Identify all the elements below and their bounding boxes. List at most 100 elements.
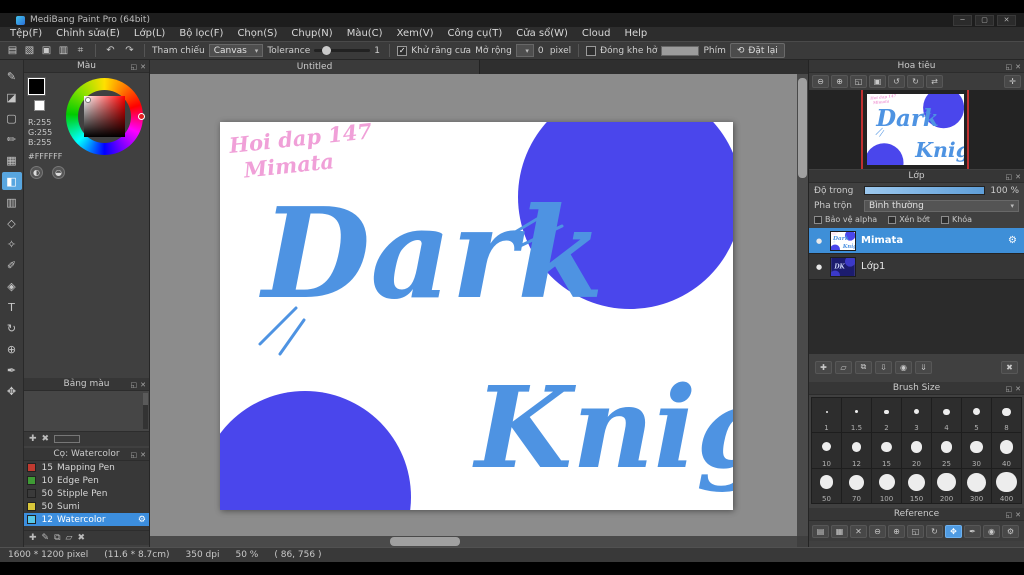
brush-size-4[interactable]: 4 <box>932 398 961 433</box>
palette-scrollbar[interactable] <box>143 393 148 429</box>
lock-checkbox[interactable] <box>940 215 949 224</box>
expand-mode-select[interactable]: ▾ <box>515 44 534 57</box>
brush-folder-icon[interactable]: ▱ <box>66 533 73 543</box>
brush-size-70[interactable]: 70 <box>842 468 871 503</box>
select-pen-tool[interactable]: ✐ <box>2 256 22 274</box>
brush-size-10[interactable]: 10 <box>812 433 841 468</box>
duplicate-layer-icon[interactable]: ⧉ <box>855 360 872 374</box>
brush-size-20[interactable]: 20 <box>902 433 931 468</box>
magic-wand-tool[interactable]: ✧ <box>2 235 22 253</box>
rotate-cw-icon[interactable]: ↻ <box>907 75 924 88</box>
document-tab[interactable]: Untitled <box>150 60 480 74</box>
close-panel-icon[interactable]: ✕ <box>140 451 146 459</box>
reset-view-icon[interactable]: ✛ <box>1004 75 1021 88</box>
float-panel-icon[interactable]: ◱ <box>131 63 138 71</box>
close-panel-icon[interactable]: ✕ <box>1015 63 1021 71</box>
add-layer-icon[interactable]: ✚ <box>815 360 832 374</box>
brush-item-1[interactable]: 10 Edge Pen <box>24 474 149 487</box>
foreground-color-swatch[interactable] <box>27 77 46 96</box>
brush-size-3[interactable]: 3 <box>902 398 931 433</box>
horizontal-scrollbar-thumb[interactable] <box>390 537 460 546</box>
blend-mode-select[interactable]: Bình thường ▾ <box>864 199 1019 212</box>
redo-icon[interactable]: ↷ <box>122 43 137 58</box>
close-panel-icon[interactable]: ✕ <box>140 381 146 389</box>
eyedropper-tool[interactable]: ✒ <box>2 361 22 379</box>
brush-item-3[interactable]: 50 Sumi <box>24 500 149 513</box>
float-panel-icon[interactable]: ◱ <box>1006 511 1013 519</box>
transfer-layer-icon[interactable]: ⇩ <box>875 360 892 374</box>
image-icon[interactable]: ▦ <box>831 524 848 538</box>
open-reference-icon[interactable]: ▤ <box>812 524 829 538</box>
close-panel-icon[interactable]: ✕ <box>1015 173 1021 181</box>
stamp-tool[interactable]: ◈ <box>2 277 22 295</box>
select-rect-tool[interactable]: ▢ <box>2 109 22 127</box>
save-icon[interactable]: ▣ <box>39 43 54 58</box>
hue-wheel[interactable] <box>66 78 145 155</box>
vertical-scrollbar[interactable] <box>797 74 808 536</box>
maximize-button[interactable]: ▢ <box>975 14 994 26</box>
close-reference-icon[interactable]: ✕ <box>850 524 867 538</box>
antialias-checkbox[interactable]: ✓ <box>397 45 408 56</box>
drawing-canvas[interactable]: DarkKnightHoi dap 147Mimata <box>199 85 797 536</box>
menu-item-5[interactable]: Chụp(N) <box>284 27 339 41</box>
rotate-icon[interactable]: ↻ <box>926 524 943 538</box>
delete-brush-icon[interactable]: ✖ <box>77 533 85 543</box>
float-panel-icon[interactable]: ◱ <box>131 451 138 459</box>
export-icon[interactable]: ▥ <box>56 43 71 58</box>
zoom-tool[interactable]: ⊕ <box>2 340 22 358</box>
sv-indicator[interactable] <box>85 97 91 103</box>
duplicate-brush-icon[interactable]: ⧉ <box>54 533 60 543</box>
merge-layer-icon[interactable]: ⇓ <box>915 360 932 374</box>
close-panel-icon[interactable]: ✕ <box>1015 511 1021 519</box>
lasso-tool[interactable]: ◇ <box>2 214 22 232</box>
menu-item-11[interactable]: Help <box>617 27 654 41</box>
delete-layer-icon[interactable]: ✖ <box>1001 360 1018 374</box>
menu-item-9[interactable]: Cửa sổ(W) <box>509 27 575 41</box>
float-panel-icon[interactable]: ◱ <box>1006 173 1013 181</box>
brush-size-2[interactable]: 2 <box>872 398 901 433</box>
layer-row-0[interactable]: ●DarkKnightHoi dap 147MimataMimata⚙ <box>809 228 1024 254</box>
menu-item-3[interactable]: Bộ lọc(F) <box>172 27 230 41</box>
brush-item-4[interactable]: 12 Watercolor ⚙ <box>24 513 149 526</box>
brush-item-2[interactable]: 50 Stipple Pen <box>24 487 149 500</box>
undo-icon[interactable]: ↶ <box>103 43 118 58</box>
hue-indicator[interactable] <box>138 113 145 120</box>
menu-item-2[interactable]: Lớp(L) <box>127 27 172 41</box>
float-panel-icon[interactable]: ◱ <box>1006 63 1013 71</box>
layer-row-1[interactable]: ● DK Lớp1 <box>809 254 1024 280</box>
layer-settings-icon[interactable]: ⚙ <box>1005 235 1020 246</box>
clipping-checkbox[interactable] <box>888 215 897 224</box>
flip-horizontal-icon[interactable]: ⇄ <box>926 75 943 88</box>
pattern-tool[interactable]: ▦ <box>2 151 22 169</box>
layer-visibility-dot[interactable]: ● <box>813 263 825 271</box>
background-color-swatch[interactable] <box>34 100 45 111</box>
switch-color-icon[interactable]: ◐ <box>30 166 43 179</box>
menu-item-7[interactable]: Xem(V) <box>390 27 441 41</box>
minimize-button[interactable]: ─ <box>953 14 972 26</box>
eyedropper-icon[interactable]: ✒ <box>964 524 981 538</box>
add-brush-icon[interactable]: ✚ <box>29 533 37 543</box>
brush-settings-icon[interactable]: ⚙ <box>138 515 146 525</box>
brush-size-400[interactable]: 400 <box>992 468 1021 503</box>
brush-size-150[interactable]: 150 <box>902 468 931 503</box>
menu-item-6[interactable]: Màu(C) <box>340 27 390 41</box>
gradient-tool[interactable]: ▥ <box>2 193 22 211</box>
layer-visibility-dot[interactable]: ● <box>813 237 825 245</box>
actual-size-icon[interactable]: ▣ <box>869 75 886 88</box>
menu-item-0[interactable]: Tệp(F) <box>3 27 49 41</box>
artwork[interactable]: DarkKnightHoi dap 147Mimata <box>199 85 797 536</box>
camera-layer-icon[interactable]: ◉ <box>895 360 912 374</box>
zoom-in-icon[interactable]: ⊕ <box>888 524 905 538</box>
edit-brush-icon[interactable]: ✎ <box>42 533 50 543</box>
gap-color-swatch[interactable] <box>661 45 700 56</box>
delete-swatch-icon[interactable]: ✖ <box>42 434 50 444</box>
settings-icon[interactable]: ⚙ <box>1002 524 1019 538</box>
brush-size-8[interactable]: 8 <box>992 398 1021 433</box>
add-folder-icon[interactable]: ▱ <box>835 360 852 374</box>
grid-icon[interactable]: ⌗ <box>73 43 88 58</box>
brush-size-50[interactable]: 50 <box>812 468 841 503</box>
brush-size-200[interactable]: 200 <box>932 468 961 503</box>
tolerance-slider[interactable] <box>314 46 371 55</box>
pen-tool[interactable]: ✎ <box>2 67 22 85</box>
expand-value[interactable]: 0 <box>538 46 546 56</box>
